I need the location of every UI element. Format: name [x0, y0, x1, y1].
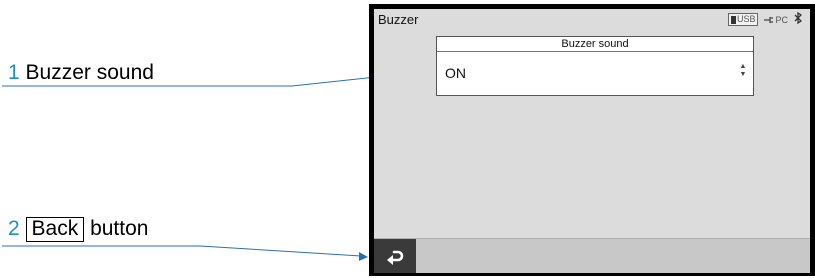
- callout-2: 2 Back button: [8, 217, 149, 243]
- callout-1-number: 1: [8, 61, 20, 84]
- device-screen: Buzzer USB PC Buzzer sound ON ▲ ▼: [374, 9, 810, 273]
- callout-2-arrowhead: [359, 252, 368, 261]
- callout-2-suffix: button: [90, 217, 149, 240]
- buzzer-sound-panel: Buzzer sound ON ▲ ▼: [436, 36, 754, 96]
- buzzer-sound-select[interactable]: ON ▲ ▼: [437, 52, 753, 95]
- callout-2-leader: [199, 245, 362, 257]
- status-icons: USB PC: [727, 11, 803, 27]
- device-frame: Buzzer USB PC Buzzer sound ON ▲ ▼: [369, 4, 815, 276]
- usb-label: USB: [736, 14, 756, 24]
- callout-1-label: Buzzer sound: [25, 61, 154, 84]
- pc-label: PC: [775, 14, 788, 25]
- bottom-bar: [374, 238, 810, 273]
- callout-2-label: Back: [25, 217, 85, 243]
- callout-1: 1 Buzzer sound: [8, 62, 154, 83]
- buzzer-sound-header: Buzzer sound: [437, 37, 753, 52]
- screen-title: Buzzer: [378, 12, 419, 27]
- back-arrow-icon: [387, 250, 404, 265]
- usb-icon: USB: [727, 13, 759, 26]
- bluetooth-icon: [794, 11, 803, 27]
- callout-2-number: 2: [8, 217, 20, 240]
- pc-connection-icon: PC: [764, 15, 788, 25]
- title-bar: Buzzer USB PC: [374, 9, 810, 31]
- buzzer-sound-value: ON: [445, 65, 466, 81]
- up-down-spinner-icon[interactable]: ▲ ▼: [738, 63, 748, 79]
- back-button[interactable]: [374, 239, 416, 273]
